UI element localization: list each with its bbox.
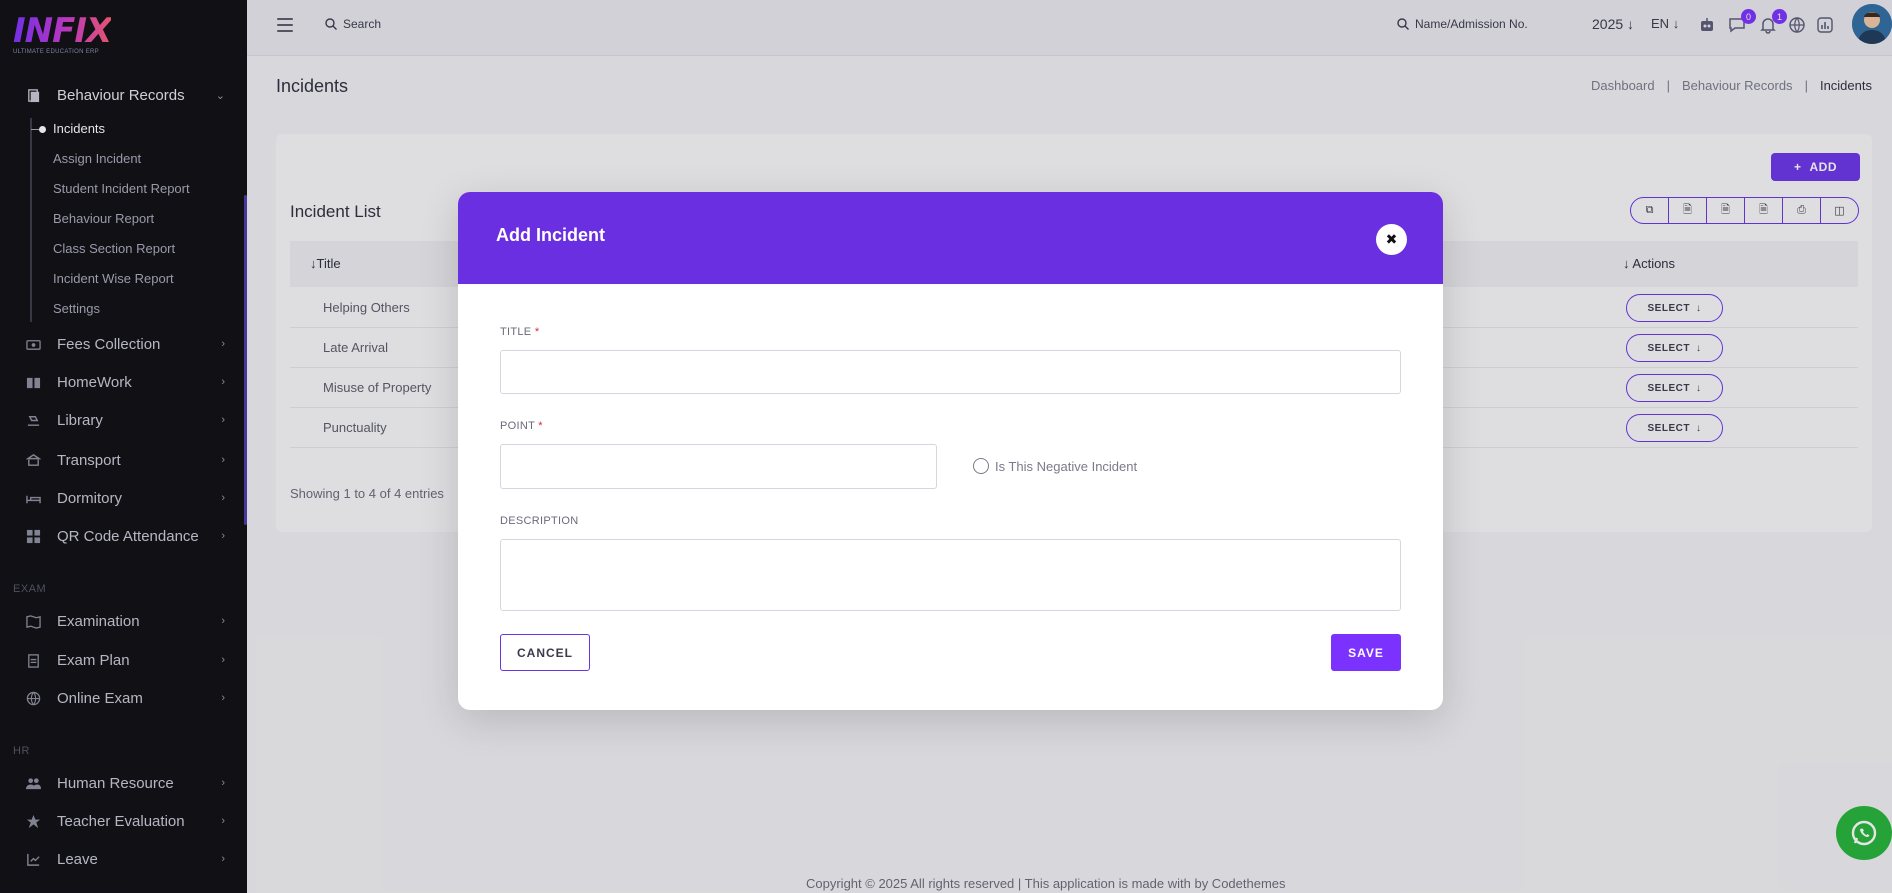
point-label-text: POINT — [500, 420, 535, 432]
title-input[interactable] — [500, 350, 1401, 394]
negative-incident-label: Is This Negative Incident — [995, 458, 1138, 474]
add-incident-modal: Add Incident ✖ TITLE * POINT * Is This N… — [458, 192, 1443, 710]
title-label-text: TITLE — [500, 326, 532, 338]
point-field-label: POINT * — [500, 420, 543, 432]
cancel-button[interactable]: CANCEL — [500, 634, 590, 671]
modal-header: Add Incident ✖ — [458, 192, 1443, 284]
close-icon[interactable]: ✖ — [1376, 224, 1407, 255]
save-button[interactable]: SAVE — [1331, 634, 1401, 671]
point-input[interactable] — [500, 444, 937, 489]
description-field-label: DESCRIPTION — [500, 515, 579, 527]
description-textarea[interactable] — [500, 539, 1401, 611]
required-mark: * — [534, 326, 540, 338]
required-mark: * — [538, 420, 543, 432]
title-field-label: TITLE * — [500, 326, 539, 338]
negative-incident-option[interactable]: Is This Negative Incident — [973, 458, 1137, 474]
modal-title: Add Incident — [496, 225, 605, 245]
negative-incident-radio[interactable] — [973, 458, 989, 474]
